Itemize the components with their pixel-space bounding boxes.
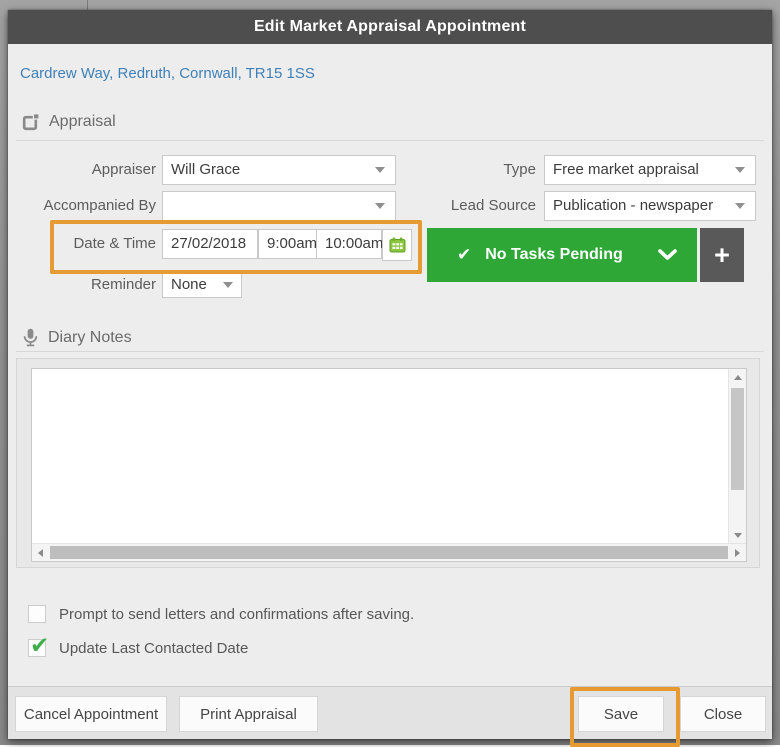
save-button[interactable]: Save (578, 696, 664, 732)
microphone-icon (23, 328, 38, 347)
scroll-right-button[interactable] (729, 544, 746, 561)
date-time-label: Date & Time (73, 235, 156, 252)
update-last-contacted-option: ✔ Update Last Contacted Date (28, 632, 249, 658)
type-value: Free market appraisal (553, 161, 699, 178)
vertical-scrollbar-thumb[interactable] (731, 388, 744, 490)
accompanied-by-select[interactable] (162, 191, 396, 221)
update-last-contacted-checkbox[interactable]: ✔ (28, 632, 49, 658)
chevron-down-icon (223, 282, 233, 288)
calendar-icon (389, 237, 405, 253)
chevron-down-icon (735, 203, 745, 209)
lead-source-value: Publication - newspaper (553, 197, 714, 214)
cancel-appointment-button[interactable]: Cancel Appointment (15, 696, 167, 732)
reminder-value: None (171, 276, 207, 293)
add-task-button[interactable]: + (700, 228, 744, 282)
modal-header: Edit Market Appraisal Appointment (8, 10, 772, 44)
diary-notes-panel (16, 358, 760, 568)
appraiser-value: Will Grace (171, 161, 241, 178)
print-appraisal-button[interactable]: Print Appraisal (179, 696, 318, 732)
reminder-select[interactable]: None (162, 272, 242, 298)
update-last-contacted-label: Update Last Contacted Date (59, 640, 249, 657)
reminder-label: Reminder (90, 276, 156, 293)
page-background: Edit Market Appraisal Appointment Cardre… (0, 0, 780, 747)
calendar-picker-button[interactable] (382, 229, 412, 261)
diary-divider (16, 351, 764, 352)
horizontal-scrollbar[interactable] (32, 543, 746, 561)
arrow-left-icon (38, 548, 43, 557)
type-select[interactable]: Free market appraisal (544, 155, 756, 185)
chevron-down-icon (735, 167, 745, 173)
modal-footer: Cancel Appointment Print Appraisal Save … (8, 686, 772, 747)
end-time-input[interactable]: 10:00am (316, 229, 383, 259)
appraisal-board-icon (22, 113, 40, 131)
chevron-down-icon (375, 203, 385, 209)
prompt-letters-option: ✔ Prompt to send letters and confirmatio… (28, 605, 414, 624)
diary-notes-section-header: Diary Notes (22, 328, 132, 347)
modal-title: Edit Market Appraisal Appointment (253, 18, 527, 35)
scroll-left-button[interactable] (32, 544, 49, 561)
close-button[interactable]: Close (680, 696, 766, 732)
arrow-down-icon (733, 533, 742, 538)
chevron-down-icon (375, 167, 385, 173)
edit-appointment-modal: Edit Market Appraisal Appointment Cardre… (8, 10, 772, 747)
scroll-down-button[interactable] (729, 527, 746, 544)
property-address-link[interactable]: Cardrew Way, Redruth, Cornwall, TR15 1SS (20, 65, 315, 82)
start-time-input[interactable]: 9:00am (258, 229, 318, 259)
scroll-up-button[interactable] (729, 369, 746, 386)
arrow-right-icon (735, 548, 740, 557)
horizontal-scrollbar-thumb[interactable] (50, 546, 728, 559)
appraiser-select[interactable]: Will Grace (162, 155, 396, 185)
plus-icon: + (714, 239, 730, 270)
vertical-scrollbar[interactable] (728, 369, 746, 544)
checkmark-icon: ✔ (30, 632, 50, 658)
diary-notes-section-title: Diary Notes (48, 328, 132, 346)
lead-source-label: Lead Source (450, 197, 536, 214)
appraiser-label: Appraiser (91, 161, 156, 178)
tasks-button-label: No Tasks Pending (485, 246, 623, 263)
arrow-up-icon (733, 375, 742, 380)
appraisal-section-header: Appraisal (22, 113, 116, 131)
prompt-letters-label: Prompt to send letters and confirmations… (59, 606, 415, 623)
appraisal-section-title: Appraisal (49, 113, 116, 130)
diary-notes-textarea[interactable] (31, 368, 747, 562)
accompanied-by-label: Accompanied By (43, 197, 156, 214)
prompt-letters-checkbox[interactable]: ✔ (28, 605, 46, 623)
type-label: Type (503, 161, 536, 178)
appraisal-divider (16, 140, 764, 141)
diary-notes-text[interactable] (36, 372, 724, 539)
no-tasks-pending-button[interactable]: ✔ No Tasks Pending (427, 228, 697, 282)
check-icon: ✔ (457, 245, 472, 264)
date-input[interactable]: 27/02/2018 (162, 229, 258, 259)
chevron-down-icon (658, 249, 677, 260)
lead-source-select[interactable]: Publication - newspaper (544, 191, 756, 221)
